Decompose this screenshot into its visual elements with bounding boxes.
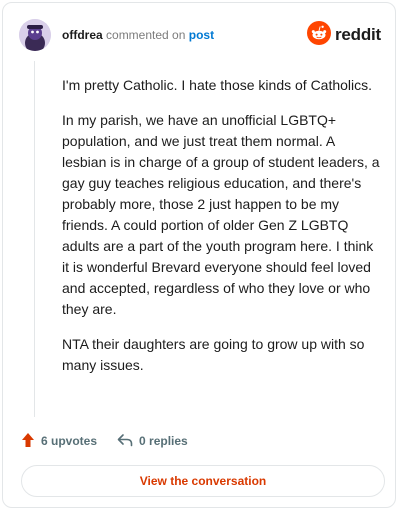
reply-count: 0 replies [139, 434, 188, 448]
view-conversation-button[interactable]: View the conversation [21, 465, 385, 497]
comment-card: offdrea commented on post reddit I'm pre… [2, 2, 396, 508]
comment-paragraph: NTA their daughters are going to grow up… [62, 336, 365, 373]
comment-header: offdrea commented on post reddit [19, 19, 381, 53]
upvote-arrow-icon [21, 432, 41, 451]
reddit-logo-icon [306, 20, 331, 50]
reply-arrow-icon [117, 433, 139, 450]
reddit-brand[interactable]: reddit [306, 20, 381, 50]
username[interactable]: offdrea [62, 28, 103, 42]
comment-paragraph: In my parish, we have an unofficial LGBT… [62, 112, 380, 317]
comment-meta: offdrea commented on post [62, 28, 214, 42]
brand-name: reddit [334, 25, 381, 44]
upvote-count: 6 upvotes [41, 434, 98, 448]
comment-footer: 6 upvotes 0 replies [21, 431, 188, 451]
post-link[interactable]: post [189, 28, 214, 42]
comment-paragraph: I'm pretty Catholic. I hate those kinds … [62, 77, 373, 93]
avatar[interactable] [19, 19, 51, 51]
comment-body: I'm pretty Catholic. I hate those kinds … [62, 75, 382, 390]
action-text: commented on [106, 28, 186, 42]
upvote-button[interactable]: 6 upvotes [21, 432, 97, 451]
reply-button[interactable]: 0 replies [117, 433, 188, 450]
thread-line [34, 61, 35, 417]
